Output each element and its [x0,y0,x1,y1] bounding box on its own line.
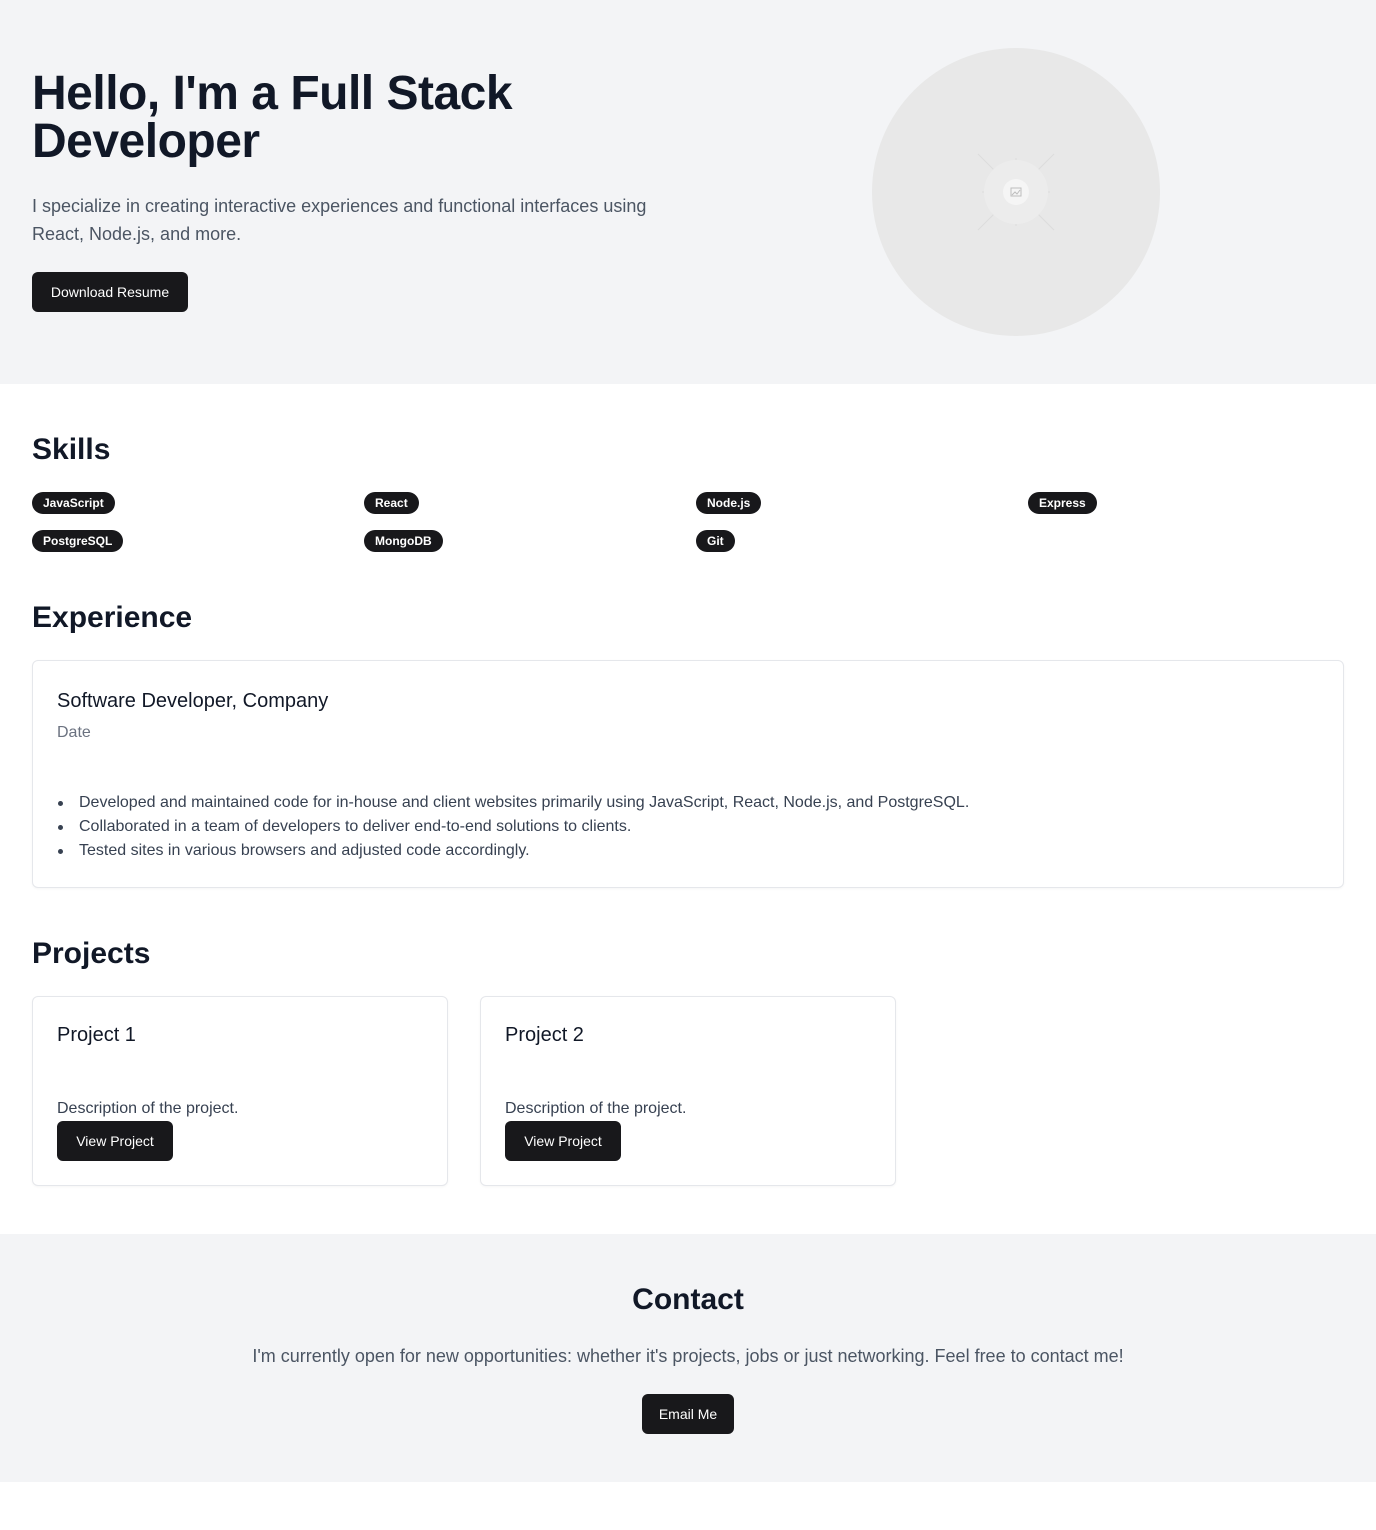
skill-badge: Express [1028,492,1097,514]
skill-badge: MongoDB [364,530,443,552]
list-item: Collaborated in a team of developers to … [57,815,1317,839]
project-card: Project 1 Description of the project. Vi… [32,996,448,1186]
experience-card: Software Developer, Company Date Develop… [32,660,1344,888]
email-me-button[interactable]: Email Me [642,1394,734,1434]
project-card: Project 2 Description of the project. Vi… [480,996,896,1186]
hero-section: Hello, I'm a Full Stack Developer I spec… [0,0,1376,384]
projects-heading: Projects [32,937,151,970]
hero-title: Hello, I'm a Full Stack Developer [32,67,513,168]
experience-role: Software Developer, Company [57,690,329,712]
view-project-button[interactable]: View Project [57,1121,173,1161]
skill-badge: JavaScript [32,492,115,514]
experience-date: Date [57,724,91,741]
skill-badge: React [364,492,419,514]
list-item: Developed and maintained code for in-hou… [57,791,1317,815]
image-placeholder-icon [977,153,1055,231]
hero-subtitle: I specialize in creating interactive exp… [32,196,647,244]
project-description: Description of the project. [505,1100,687,1117]
project-title: Project 2 [505,1024,584,1046]
contact-text: I'm currently open for new opportunities… [252,1346,1124,1366]
skills-heading: Skills [32,433,111,466]
skill-badge: Node.js [696,492,762,514]
list-item: Tested sites in various browsers and adj… [57,839,1317,863]
download-resume-button[interactable]: Download Resume [32,272,188,312]
project-description: Description of the project. [57,1100,239,1117]
experience-heading: Experience [32,601,193,634]
avatar-image [872,48,1160,336]
skill-badge: Git [696,530,735,552]
experience-bullet-list: Developed and maintained code for in-hou… [57,791,1317,863]
contact-section: Contact I'm currently open for new oppor… [0,1234,1376,1482]
skill-badge: PostgreSQL [32,530,124,552]
contact-heading: Contact [632,1283,744,1316]
view-project-button[interactable]: View Project [505,1121,621,1161]
project-title: Project 1 [57,1024,136,1046]
